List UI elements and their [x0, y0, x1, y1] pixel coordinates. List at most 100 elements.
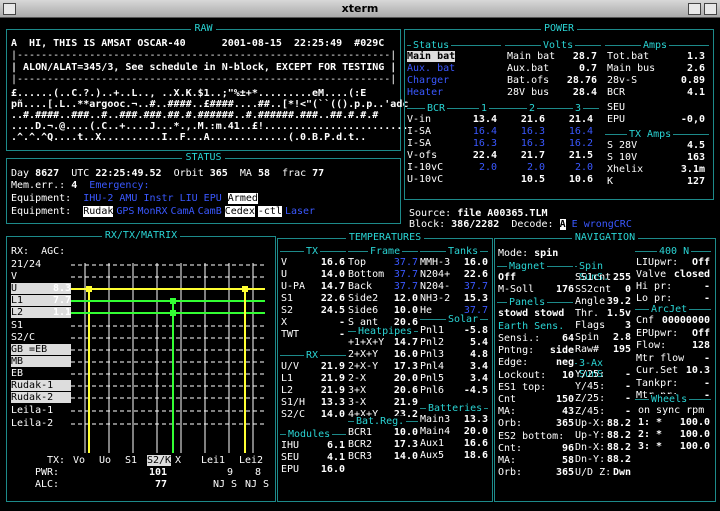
nav-400n-title-divider: 400 N — [635, 246, 711, 257]
txamps-value: 4.5 — [686, 140, 705, 151]
pwr-lei2: 8 — [254, 467, 261, 478]
tx-column-s2-k[interactable]: S2/K — [147, 455, 172, 466]
temp-heatpipe-value: 14.7 — [393, 337, 418, 348]
frac-label: frac — [282, 168, 307, 179]
status-item-heater[interactable]: Heater — [407, 87, 443, 98]
power-volts-title: Volts — [541, 40, 576, 51]
msoll-value: 176 — [555, 284, 574, 295]
matrix-row-v[interactable]: V — [11, 271, 17, 282]
seu-value: -0,0 — [680, 114, 705, 125]
matrix-row-s2-c[interactable]: S2/C — [11, 332, 35, 343]
pwr-lei1: 9 — [226, 467, 233, 478]
matrix-row-s1[interactable]: S1 — [11, 320, 23, 331]
spin-value: 1.5v — [606, 308, 631, 319]
bcr-row-label: V-in — [407, 114, 432, 125]
temp-tx-value: 24.5 — [320, 305, 345, 316]
temp-module-value: 16.0 — [320, 464, 345, 475]
power-panel: POWER Status Volts Amps Main bat Aux. bat… — [404, 23, 714, 200]
matrix-row-gb-eb[interactable]: GB =EB — [11, 344, 71, 355]
block-label: Block: — [409, 219, 446, 230]
temp-battery-value: 18.6 — [463, 450, 488, 461]
equipment-cama[interactable]: CamA — [171, 206, 195, 217]
equipment-monrx[interactable]: MonRX — [137, 206, 167, 217]
bcr-value: 10.6 — [568, 174, 593, 185]
temps-tanks-title: Tanks — [446, 246, 481, 257]
amps-value: 2.6 — [686, 63, 705, 74]
status-item-charger[interactable]: Charger — [407, 75, 449, 86]
matrix-row-eb[interactable]: EB — [11, 368, 23, 379]
temps-batreg-title-divider: Bat.Reg. — [348, 416, 418, 427]
temp-batreg-value: 10.0 — [393, 427, 418, 438]
raw-header: A HI, THIS IS AMSAT OSCAR-40 2001-08-15 … — [11, 38, 385, 49]
volts-value: 28.4 — [572, 87, 597, 98]
status-item-aux-bat[interactable]: Aux. bat — [407, 63, 455, 74]
amps-value: 0.89 — [680, 75, 705, 86]
minimize-button[interactable] — [688, 3, 701, 15]
bcr-row-label: U-10vC — [407, 174, 444, 185]
nav-magnet-title: Magnet — [507, 261, 548, 272]
temp-heatpipe-value: 21.9 — [393, 397, 418, 408]
temp-frame-value: 12.0 — [393, 293, 418, 304]
equipment-gps[interactable]: GPS — [116, 206, 134, 217]
temp-batreg-value: 17.3 — [393, 439, 418, 450]
decode-e: E — [571, 219, 578, 230]
tx-column-s1[interactable]: S1 — [125, 455, 137, 466]
matrix-row-leila-2[interactable]: Leila-2 — [11, 418, 53, 429]
utc-label: UTC — [71, 168, 90, 179]
decode-value[interactable]: A — [559, 219, 566, 230]
status-item-main-bat[interactable]: Main bat — [407, 51, 456, 62]
bcr-row-label: V-ofs — [407, 150, 438, 161]
arcjet-value: 128 — [691, 340, 710, 351]
temps-modules-title: Modules — [286, 429, 333, 440]
orbit-label: Orbit — [173, 168, 204, 179]
equipment-label: Equipment: — [11, 206, 72, 217]
equipment-rudak[interactable]: Rudak — [83, 206, 114, 217]
temp-tank-value: 16.0 — [463, 257, 488, 268]
equipment-cedex[interactable]: Cedex — [224, 206, 255, 217]
bcr-value: 16.2 — [568, 138, 593, 149]
spin-value: 195 — [612, 344, 631, 355]
equipment-laser[interactable]: Laser — [285, 206, 315, 217]
temp-heatpipe-value: 17.3 — [393, 361, 418, 372]
bcr-value: 2.0 — [526, 162, 545, 173]
temp-solar-value: 3.4 — [469, 361, 488, 372]
temp-battery-value: 13.3 — [463, 414, 488, 425]
wheel-rpm: 100.0 — [679, 441, 710, 452]
bcr-row-label: I-SA — [407, 126, 432, 137]
spin-value: 2.8 — [612, 332, 631, 343]
matrix-row-mb[interactable]: MB — [11, 356, 71, 367]
equipment-camb[interactable]: CamB — [198, 206, 222, 217]
alc-label: ALC: — [35, 479, 60, 490]
matrix-row-rudak-2[interactable]: Rudak-2 — [11, 392, 71, 403]
tx-column-lei1[interactable]: Lei1 — [201, 455, 225, 466]
raw-bar-top: |---------------------------------------… — [11, 50, 397, 61]
equipment-ctl[interactable]: -ctl — [257, 206, 282, 217]
nav-left-label: ES2 bottom: — [498, 430, 565, 442]
temp-heatpipe-value: 16.0 — [393, 349, 418, 360]
matrix-row-leila-1[interactable]: Leila-1 — [11, 405, 53, 416]
arcjet-value: 00000000 — [661, 315, 710, 326]
temp-rx-value: 13.3 — [320, 397, 345, 408]
maximize-button[interactable] — [704, 3, 717, 15]
nav-left-value: 96 — [561, 442, 574, 454]
temps-batteries-title: Batteries — [426, 403, 485, 414]
temp-frame-value: 37.7 — [393, 281, 418, 292]
matrix-row-rudak-1[interactable]: Rudak-1 — [11, 380, 71, 391]
pwr-value: 101 — [148, 467, 167, 478]
raw-dump-line: ....D.¬.@....(.C..+....J...*.,.M.:m.41..… — [11, 121, 409, 132]
amps-value: 1.3 — [686, 51, 705, 62]
raw-dump-line: ..#.####..###..#..###.###.##.#.######..#… — [11, 110, 379, 121]
temp-frame-value: 10.0 — [393, 305, 418, 316]
raw-bar-bottom: |---------------------------------------… — [11, 74, 397, 85]
power-amps-title: Amps — [641, 40, 670, 51]
matrix-row-21-24[interactable]: 21/24 — [11, 259, 41, 270]
tx-column-x[interactable]: X — [175, 455, 181, 466]
tx-column-vo[interactable]: Vo — [73, 455, 85, 466]
window-titlebar[interactable]: xterm — [0, 0, 720, 18]
matrix-junction — [170, 310, 176, 316]
tx-column-uo[interactable]: Uo — [99, 455, 111, 466]
nav-panels-title-divider: Panels — [497, 297, 573, 308]
day-label: Day — [11, 168, 30, 179]
navigation-panel-title: NAVIGATION — [571, 232, 639, 243]
tx-column-lei2[interactable]: Lei2 — [239, 455, 263, 466]
